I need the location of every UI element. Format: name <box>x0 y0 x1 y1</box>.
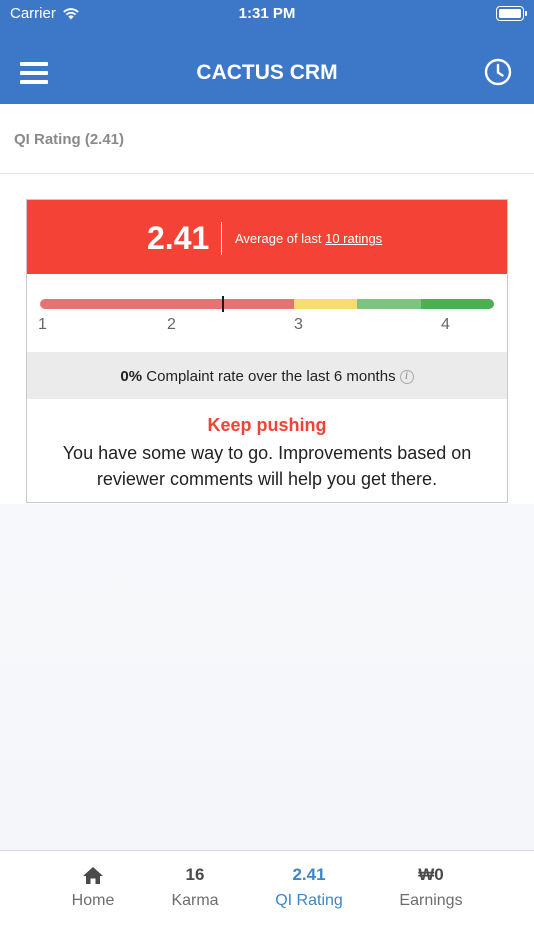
tab-karma-label: Karma <box>171 892 219 909</box>
tab-qi-rating-label: QI Rating <box>275 892 343 909</box>
scale-label-4: 4 <box>441 316 450 333</box>
tab-qi-rating-value: 2.41 <box>292 865 326 884</box>
page-subheader: QI Rating (2.41) <box>0 104 534 174</box>
navigation-bar: CACTUS CRM <box>0 28 534 104</box>
ratings-link[interactable]: 10 ratings <box>325 231 382 246</box>
scale-segment-green <box>421 299 494 309</box>
rating-card: 2.41 Average of last 10 ratings 1 2 3 4 … <box>26 199 508 503</box>
tab-bar: Home 16 Karma 2.41 QI Rating ₩0 Earnings <box>0 850 534 950</box>
app-title: CACTUS CRM <box>196 61 338 84</box>
tab-home-label: Home <box>71 892 115 909</box>
feedback-headline: Keep pushing <box>207 415 327 435</box>
home-icon <box>83 866 103 884</box>
feedback-body: You have some way to go. Improvements ba… <box>62 443 472 489</box>
info-icon[interactable]: i <box>399 370 414 384</box>
rating-scale-bar <box>40 299 494 309</box>
scale-segment-red <box>40 299 294 309</box>
scale-label-3: 3 <box>294 316 303 333</box>
tab-home[interactable]: Home <box>38 851 148 931</box>
status-bar: Carrier 1:31 PM <box>0 0 534 28</box>
header-divider <box>221 222 222 255</box>
scale-segment-light-green <box>357 299 421 309</box>
complaint-rate-row: 0% Complaint rate over the last 6 months… <box>27 352 507 399</box>
scale-label-1: 1 <box>38 316 47 333</box>
rating-card-header: 2.41 Average of last 10 ratings <box>27 200 507 274</box>
battery-icon <box>496 6 527 21</box>
tab-qi-rating[interactable]: 2.41 QI Rating <box>254 851 364 931</box>
feedback-message: Keep pushing You have some way to go. Im… <box>27 399 507 492</box>
clock-icon[interactable] <box>484 58 512 86</box>
rating-scale: 1 2 3 4 <box>27 274 507 352</box>
tab-earnings[interactable]: ₩0 Earnings <box>376 851 486 931</box>
tab-earnings-value: ₩0 <box>418 865 444 884</box>
scale-label-2: 2 <box>167 316 176 333</box>
scale-segment-yellow <box>294 299 357 309</box>
rating-indicator <box>222 296 225 312</box>
complaint-text: Complaint rate over the last 6 months <box>142 368 396 385</box>
complaint-percent: 0% <box>120 368 143 385</box>
status-time: 1:31 PM <box>238 5 296 22</box>
tab-karma-value: 16 <box>185 865 205 884</box>
average-prefix: Average of last <box>235 231 326 246</box>
tab-karma[interactable]: 16 Karma <box>140 851 250 931</box>
average-info: Average of last 10 ratings <box>235 231 382 246</box>
tab-earnings-label: Earnings <box>399 892 463 909</box>
rating-score: 2.41 <box>147 220 210 256</box>
page-title: QI Rating (2.41) <box>14 131 125 148</box>
